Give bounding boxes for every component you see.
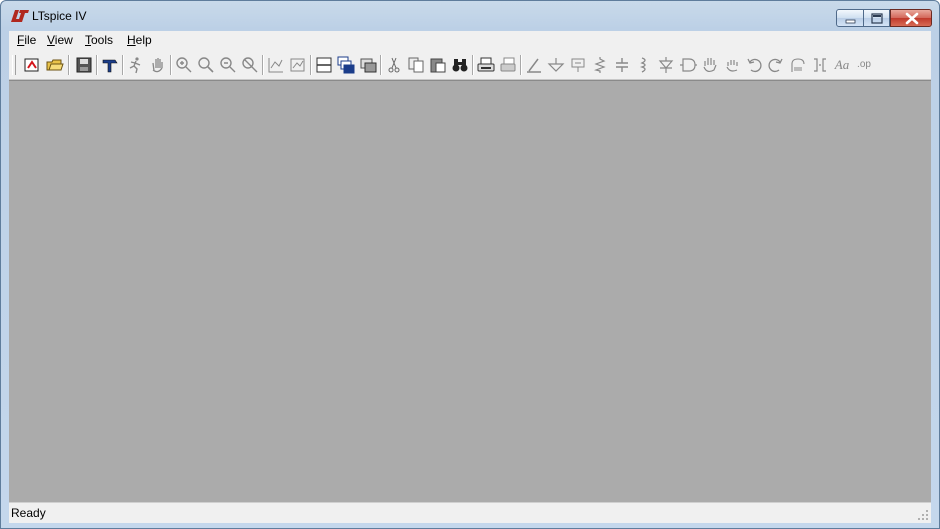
menu-bar: File View Tools Help [9, 31, 931, 50]
move-hand-icon[interactable] [701, 56, 719, 74]
text-icon[interactable]: Aa [833, 56, 851, 74]
drag-hand-icon[interactable] [723, 56, 741, 74]
zoom-out-icon[interactable] [197, 56, 215, 74]
close-button[interactable] [890, 9, 932, 27]
toolbar-separator [122, 55, 124, 75]
title-bar[interactable]: LTspice IV [1, 1, 939, 31]
menu-file[interactable]: File [17, 33, 36, 47]
zoom-fit-icon[interactable] [219, 56, 237, 74]
close-windows-icon[interactable] [359, 56, 377, 74]
toolbar-separator [310, 55, 312, 75]
print-icon[interactable] [477, 56, 495, 74]
save-icon[interactable] [75, 56, 93, 74]
run-simulation-icon[interactable] [127, 56, 145, 74]
resistor-icon[interactable] [591, 56, 609, 74]
draw-wire-icon[interactable] [525, 56, 543, 74]
zoom-cancel-icon[interactable] [241, 56, 259, 74]
maximize-icon [871, 13, 883, 24]
menu-file-label: ile [24, 33, 37, 47]
workspace-area[interactable] [9, 80, 931, 502]
toolbar-separator [262, 55, 264, 75]
find-binoculars-icon[interactable] [451, 56, 469, 74]
halt-hand-icon[interactable] [149, 56, 167, 74]
tile-horizontal-icon[interactable] [315, 56, 333, 74]
minimize-icon [845, 19, 856, 24]
minimize-button[interactable] [836, 9, 864, 27]
toolbar-grip[interactable] [12, 55, 16, 75]
redo-icon[interactable] [767, 56, 785, 74]
toolbar-separator [472, 55, 474, 75]
autorange-x-icon[interactable] [289, 56, 307, 74]
toolbar-separator [520, 55, 522, 75]
menu-view[interactable]: View [47, 33, 73, 47]
client-area: File View Tools Help Aa .op Ready [9, 31, 931, 523]
zoom-in-icon[interactable] [175, 56, 193, 74]
capacitor-icon[interactable] [613, 56, 631, 74]
mirror-icon[interactable] [811, 56, 829, 74]
maximize-button[interactable] [864, 9, 890, 27]
autorange-y-icon[interactable] [267, 56, 285, 74]
status-bar: Ready [9, 502, 931, 523]
component-icon[interactable] [679, 56, 697, 74]
control-panel-hammer-icon[interactable] [101, 56, 119, 74]
print-preview-icon[interactable] [499, 56, 517, 74]
menu-view-accel: V [47, 33, 55, 47]
toolbar-separator [68, 55, 70, 75]
cut-scissors-icon[interactable] [385, 56, 403, 74]
menu-view-label: iew [54, 33, 73, 47]
menu-tools-label: ools [91, 33, 114, 47]
window-title: LTspice IV [32, 9, 87, 23]
toolbar-separator [380, 55, 382, 75]
close-icon [905, 12, 919, 25]
cascade-windows-icon[interactable] [337, 56, 355, 74]
undo-icon[interactable] [745, 56, 763, 74]
paste-icon[interactable] [429, 56, 447, 74]
open-folder-icon[interactable] [46, 56, 64, 74]
toolbar-separator [96, 55, 98, 75]
status-text: Ready [11, 506, 46, 520]
copy-icon[interactable] [407, 56, 425, 74]
menu-help-label: elp [135, 33, 152, 47]
spice-directive-icon[interactable]: .op [855, 56, 873, 74]
diode-icon[interactable] [657, 56, 675, 74]
ground-icon[interactable] [547, 56, 565, 74]
inductor-icon[interactable] [635, 56, 653, 74]
toolbar: Aa .op [9, 51, 931, 80]
resize-grip-icon[interactable] [917, 509, 929, 521]
menu-help[interactable]: Help [127, 33, 152, 47]
ltspice-logo-icon [11, 10, 29, 22]
app-window: LTspice IV File View Tools Help Aa .op R… [0, 0, 940, 529]
menu-tools[interactable]: Tools [85, 33, 113, 47]
toolbar-separator [170, 55, 172, 75]
label-net-icon[interactable] [569, 56, 587, 74]
menu-help-accel: H [127, 33, 136, 47]
new-schematic-icon[interactable] [23, 56, 41, 74]
rotate-icon[interactable] [789, 56, 807, 74]
